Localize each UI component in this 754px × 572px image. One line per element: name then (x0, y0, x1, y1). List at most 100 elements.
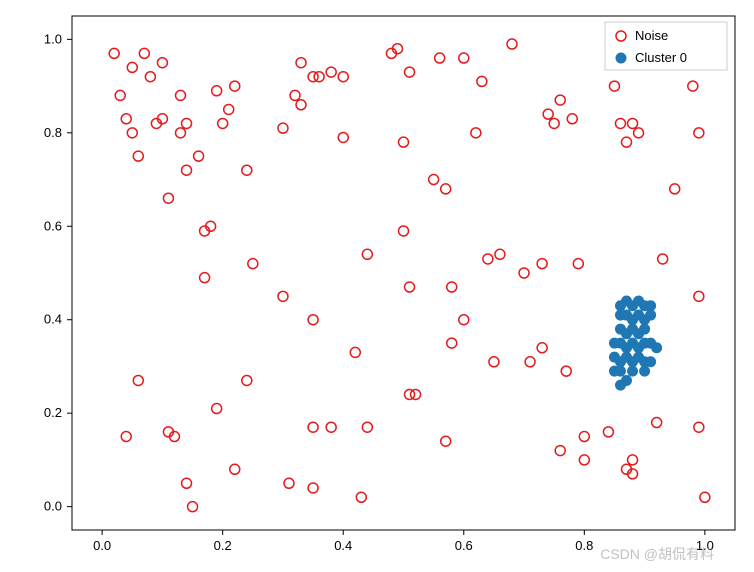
noise-point (133, 375, 143, 385)
noise-point (121, 114, 131, 124)
noise-point (399, 137, 409, 147)
x-tick-label: 1.0 (696, 538, 714, 553)
noise-point (441, 184, 451, 194)
noise-point (555, 446, 565, 456)
noise-point (308, 315, 318, 325)
noise-point (561, 366, 571, 376)
noise-point (634, 128, 644, 138)
x-tick-label: 0.2 (214, 538, 232, 553)
noise-point (308, 483, 318, 493)
x-tick-label: 0.4 (334, 538, 352, 553)
cluster-point (646, 357, 656, 367)
noise-point (182, 118, 192, 128)
noise-point (628, 455, 638, 465)
noise-point (200, 273, 210, 283)
noise-point (435, 53, 445, 63)
x-tick-label: 0.0 (93, 538, 111, 553)
noise-point (609, 81, 619, 91)
noise-point (441, 436, 451, 446)
noise-point (175, 90, 185, 100)
x-tick-label: 0.8 (575, 538, 593, 553)
noise-point (700, 492, 710, 502)
noise-point (278, 123, 288, 133)
noise-point (338, 72, 348, 82)
noise-point (188, 502, 198, 512)
noise-point (326, 422, 336, 432)
noise-point (615, 118, 625, 128)
plot-frame (72, 16, 735, 530)
noise-point (567, 114, 577, 124)
noise-point (652, 418, 662, 428)
scatter-chart: 0.00.20.40.60.81.00.00.20.40.60.81.0 Noi… (0, 0, 754, 572)
noise-point (350, 347, 360, 357)
noise-point (670, 184, 680, 194)
noise-point (362, 249, 372, 259)
noise-point (459, 53, 469, 63)
noise-point (573, 259, 583, 269)
noise-point (314, 72, 324, 82)
cluster-point (615, 366, 625, 376)
noise-point (537, 343, 547, 353)
noise-point (230, 81, 240, 91)
noise-point (579, 455, 589, 465)
noise-point (622, 137, 632, 147)
noise-point (248, 259, 258, 269)
noise-point (242, 375, 252, 385)
noise-point (133, 151, 143, 161)
y-tick-label: 0.8 (44, 125, 62, 140)
x-tick-label: 0.6 (455, 538, 473, 553)
noise-point (157, 58, 167, 68)
noise-point (145, 72, 155, 82)
noise-point (537, 259, 547, 269)
noise-point (525, 357, 535, 367)
noise-point (175, 128, 185, 138)
noise-point (278, 291, 288, 301)
noise-point (296, 58, 306, 68)
noise-point (399, 226, 409, 236)
noise-point (447, 338, 457, 348)
noise-point (218, 118, 228, 128)
noise-point (447, 282, 457, 292)
noise-point (242, 165, 252, 175)
cluster-point (628, 366, 638, 376)
noise-point (182, 165, 192, 175)
noise-point (483, 254, 493, 264)
noise-point (194, 151, 204, 161)
noise-point (579, 432, 589, 442)
noise-point (555, 95, 565, 105)
y-tick-label: 0.2 (44, 405, 62, 420)
noise-point (429, 175, 439, 185)
noise-point (230, 464, 240, 474)
noise-point (139, 48, 149, 58)
noise-point (519, 268, 529, 278)
noise-point (182, 478, 192, 488)
cluster-point (652, 343, 662, 353)
noise-point (127, 62, 137, 72)
noise-point (694, 291, 704, 301)
noise-point (688, 81, 698, 91)
noise-point (121, 432, 131, 442)
noise-point (405, 67, 415, 77)
legend-label: Cluster 0 (635, 50, 687, 65)
noise-point (212, 86, 222, 96)
cluster-point (640, 366, 650, 376)
noise-point (308, 422, 318, 432)
cluster-point (640, 324, 650, 334)
noise-point (459, 315, 469, 325)
noise-point (405, 282, 415, 292)
noise-point (411, 389, 421, 399)
cluster-point (646, 310, 656, 320)
noise-point (326, 67, 336, 77)
noise-point (224, 104, 234, 114)
noise-point (163, 193, 173, 203)
noise-point (694, 422, 704, 432)
noise-point (694, 128, 704, 138)
y-tick-label: 1.0 (44, 31, 62, 46)
noise-point (495, 249, 505, 259)
noise-point (603, 427, 613, 437)
noise-point (362, 422, 372, 432)
cluster-point (646, 301, 656, 311)
noise-point (628, 118, 638, 128)
noise-point (290, 90, 300, 100)
noise-point (507, 39, 517, 49)
